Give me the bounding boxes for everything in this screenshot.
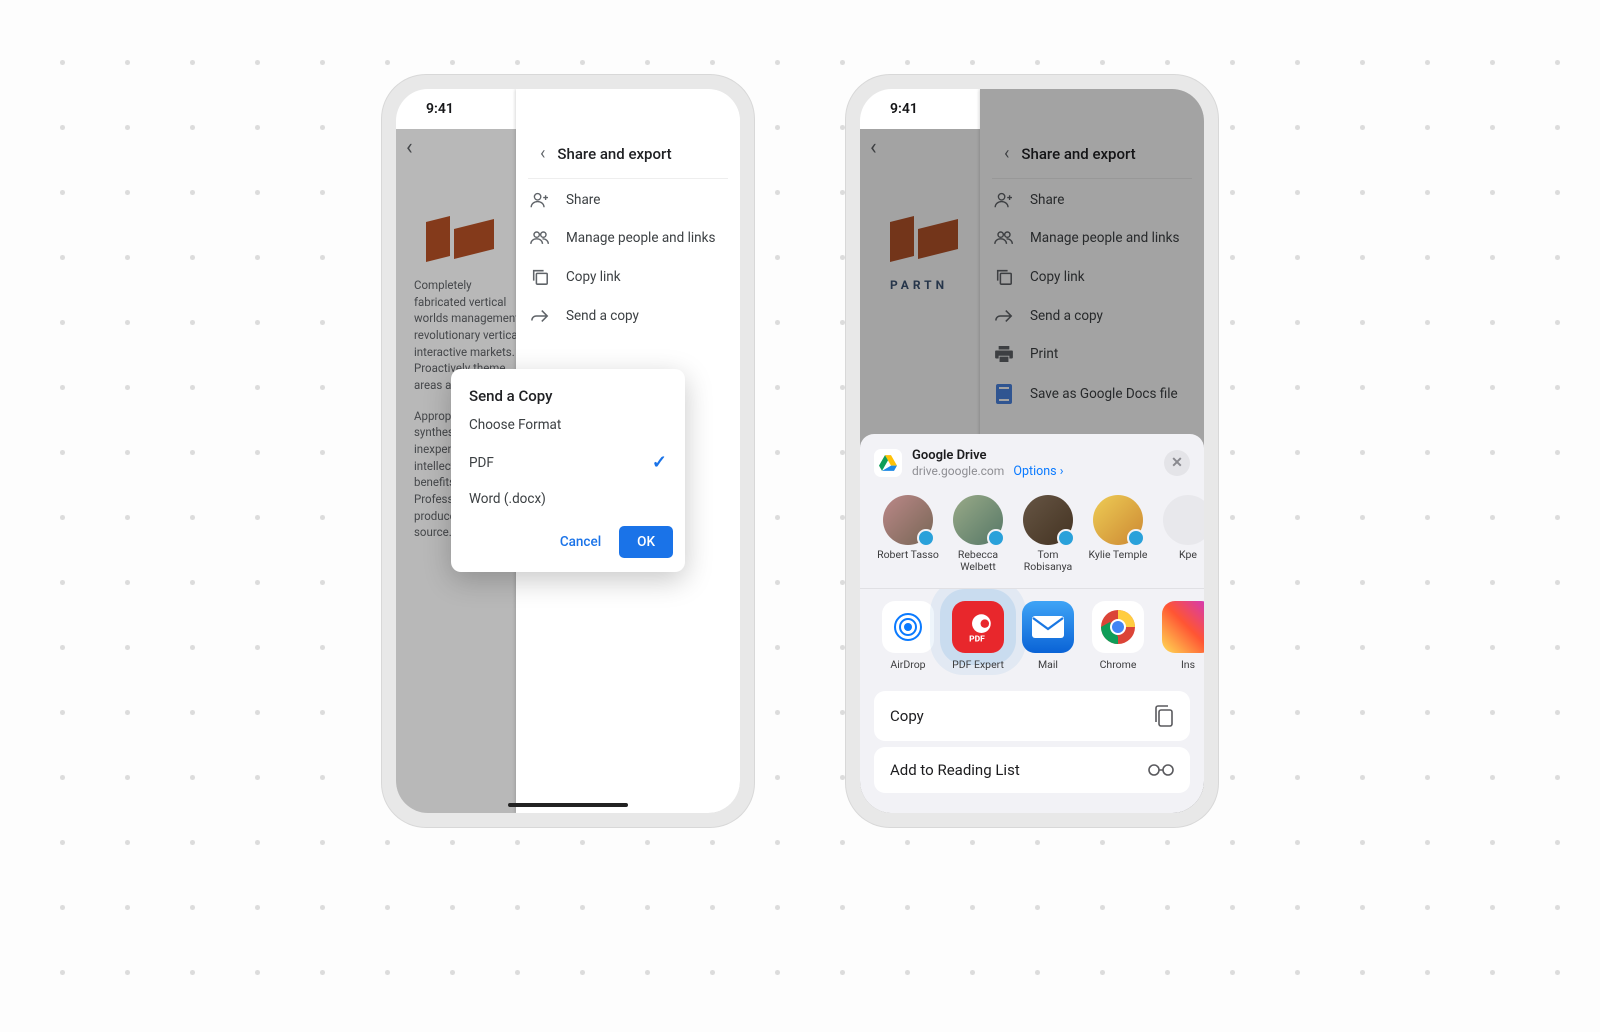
- action-label: Add to Reading List: [890, 761, 1020, 779]
- drive-app-icon: [874, 449, 902, 477]
- panel-back-icon[interactable]: ‹: [540, 143, 545, 164]
- contact-name: Kpe: [1179, 548, 1197, 561]
- status-time: 9:41: [426, 101, 454, 117]
- contact-name: Rebecca Welbett: [958, 548, 998, 574]
- menu-label: Send a copy: [566, 308, 639, 324]
- app-label: Ins: [1181, 658, 1195, 671]
- contact-name: Tom Robisanya: [1024, 548, 1072, 574]
- contact-name: Kylie Temple: [1089, 548, 1148, 561]
- phone-right: 9:41 ‹ PARTN ‹ Share and export Share Ma…: [846, 75, 1218, 827]
- check-icon: ✓: [652, 452, 667, 473]
- person-add-icon: [994, 192, 1014, 208]
- contact-item[interactable]: Kylie Temple: [1086, 495, 1150, 574]
- cancel-button[interactable]: Cancel: [550, 526, 611, 558]
- share-item[interactable]: Share: [980, 181, 1204, 219]
- save-as-docs-item[interactable]: Save as Google Docs file: [980, 373, 1204, 415]
- screen-right: 9:41 ‹ PARTN ‹ Share and export Share Ma…: [860, 89, 1204, 813]
- person-add-icon: [530, 192, 550, 208]
- status-time: 9:41: [890, 101, 918, 117]
- app-label: Mail: [1038, 658, 1058, 671]
- forward-icon: [994, 309, 1014, 323]
- home-indicator: [508, 803, 628, 807]
- doc-back-icon[interactable]: ‹: [406, 135, 413, 160]
- share-item[interactable]: Share: [516, 181, 740, 219]
- contacts-row: Robert Tasso Rebecca Welbett Tom Robisan…: [860, 489, 1204, 589]
- app-mail[interactable]: Mail: [1016, 601, 1080, 671]
- docs-icon: [994, 384, 1014, 404]
- close-icon[interactable]: ✕: [1164, 450, 1190, 476]
- panel-title: Share and export: [557, 145, 671, 163]
- contact-name: Robert Tasso: [877, 548, 939, 561]
- copy-icon: [530, 268, 550, 286]
- panel-back-icon[interactable]: ‹: [1004, 143, 1009, 164]
- copy-files-icon: [1154, 705, 1174, 727]
- app-chrome[interactable]: Chrome: [1086, 601, 1150, 671]
- format-option-word[interactable]: Word (.docx): [451, 482, 685, 516]
- app-label: AirDrop: [890, 658, 925, 671]
- send-copy-item[interactable]: Send a copy: [516, 297, 740, 335]
- menu-label: Manage people and links: [566, 230, 715, 246]
- ok-button[interactable]: OK: [619, 526, 673, 558]
- contact-item[interactable]: Tom Robisanya: [1016, 495, 1080, 574]
- contact-item[interactable]: Rebecca Welbett: [946, 495, 1010, 574]
- menu-label: Manage people and links: [1030, 230, 1179, 246]
- menu-label: Copy link: [566, 269, 621, 285]
- ios-share-sheet: Google Drive drive.google.com Options › …: [860, 434, 1204, 813]
- telegram-badge-icon: [1057, 529, 1075, 547]
- people-icon: [530, 231, 550, 245]
- menu-label: Send a copy: [1030, 308, 1103, 324]
- telegram-badge-icon: [1127, 529, 1145, 547]
- send-copy-item[interactable]: Send a copy: [980, 297, 1204, 335]
- telegram-badge-icon: [917, 529, 935, 547]
- print-icon: [994, 346, 1014, 362]
- app-label: PDF Expert: [952, 658, 1004, 671]
- format-option-pdf[interactable]: PDF ✓: [451, 443, 685, 482]
- svg-text:PDF: PDF: [969, 634, 985, 644]
- modal-title: Send a Copy: [451, 387, 685, 417]
- share-sheet-host: drive.google.com Options ›: [912, 464, 1164, 479]
- menu-label: Share: [566, 192, 600, 208]
- app-airdrop[interactable]: AirDrop: [876, 601, 940, 671]
- print-item[interactable]: Print: [980, 335, 1204, 373]
- glasses-icon: [1148, 764, 1174, 776]
- app-label: Chrome: [1100, 658, 1137, 671]
- telegram-badge-icon: [987, 529, 1005, 547]
- option-label: Word (.docx): [469, 491, 546, 507]
- option-label: PDF: [469, 455, 494, 471]
- contact-item[interactable]: Robert Tasso: [876, 495, 940, 574]
- app-instagram[interactable]: Ins: [1156, 601, 1204, 671]
- copy-link-item[interactable]: Copy link: [980, 257, 1204, 297]
- options-link[interactable]: Options ›: [1010, 464, 1063, 479]
- copy-link-item[interactable]: Copy link: [516, 257, 740, 297]
- screen-left: 9:41 ‹ Completely fabricated vertical wo…: [396, 89, 740, 813]
- contact-item[interactable]: Kpe: [1156, 495, 1204, 574]
- action-copy[interactable]: Copy: [874, 691, 1190, 741]
- panel-title: Share and export: [1021, 145, 1135, 163]
- menu-label: Share: [1030, 192, 1064, 208]
- manage-people-item[interactable]: Manage people and links: [516, 219, 740, 257]
- copy-icon: [994, 268, 1014, 286]
- people-icon: [994, 231, 1014, 245]
- apps-row: AirDrop PDF PDF Expert Mail Chrome Ins: [860, 589, 1204, 685]
- menu-label: Copy link: [1030, 269, 1085, 285]
- share-sheet-title: Google Drive: [912, 448, 1164, 463]
- forward-icon: [530, 309, 550, 323]
- action-reading-list[interactable]: Add to Reading List: [874, 747, 1190, 793]
- action-label: Copy: [890, 707, 924, 725]
- menu-label: Save as Google Docs file: [1030, 386, 1178, 402]
- phone-left: 9:41 ‹ Completely fabricated vertical wo…: [382, 75, 754, 827]
- doc-back-icon[interactable]: ‹: [870, 135, 877, 160]
- menu-label: Print: [1030, 346, 1058, 362]
- app-pdf-expert[interactable]: PDF PDF Expert: [946, 601, 1010, 671]
- manage-people-item[interactable]: Manage people and links: [980, 219, 1204, 257]
- send-copy-modal: Send a Copy Choose Format PDF ✓ Word (.d…: [451, 369, 685, 572]
- modal-subtitle: Choose Format: [451, 417, 685, 443]
